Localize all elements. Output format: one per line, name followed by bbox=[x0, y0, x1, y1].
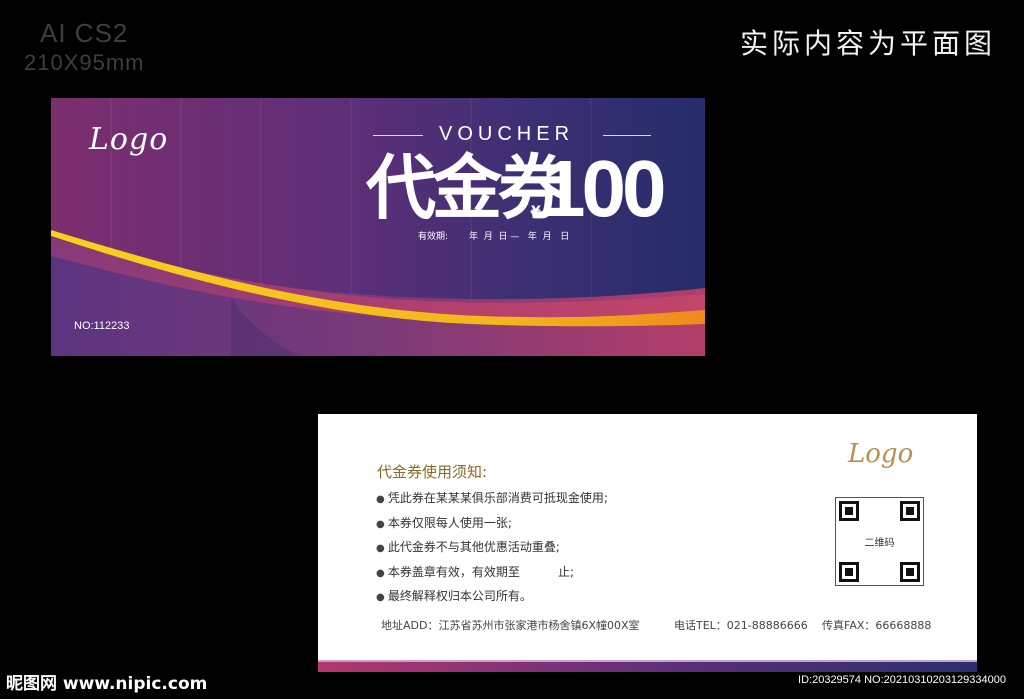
image-id-watermark: ID:20329574 NO:20210310203129334000 bbox=[798, 674, 1006, 686]
rule-item: 此代金券不与其他优惠活动重叠; bbox=[376, 536, 608, 561]
currency-symbol: ¥ bbox=[531, 204, 541, 220]
software-version-label: AI CS2 bbox=[40, 18, 129, 48]
qr-finder-icon bbox=[839, 501, 859, 521]
address-line: 地址ADD：江苏省苏州市张家港市杨舍镇6X幢00X室 bbox=[381, 619, 640, 632]
usage-rules-heading: 代金券使用须知: bbox=[377, 463, 488, 481]
back-logo: Logo bbox=[848, 439, 914, 469]
voucher-rule-right bbox=[603, 135, 651, 136]
qr-code-label: 二维码 bbox=[864, 538, 895, 549]
telephone-line: 电话TEL：021-88886666 bbox=[674, 619, 808, 632]
qr-finder-icon bbox=[900, 562, 920, 582]
print-size-label: 210X95mm bbox=[24, 50, 145, 75]
front-logo: Logo bbox=[89, 122, 169, 157]
voucher-heading: VOUCHER bbox=[439, 123, 575, 145]
rule-item: 最终解释权归本公司所有。 bbox=[376, 585, 608, 610]
voucher-front: Logo VOUCHER 代金券 ¥ 100 有效期: 年 月 日 — 年 月 … bbox=[51, 98, 705, 356]
rule-item: 本券盖章有效，有效期至 止; bbox=[376, 561, 608, 586]
site-watermark: 昵图网 www.nipic.com bbox=[6, 674, 208, 694]
back-color-strip bbox=[318, 662, 977, 672]
rule-item: 凭此券在某某某俱乐部消费可抵现金使用; bbox=[376, 487, 608, 512]
validity-dates: 年 月 日 — 年 月 日 bbox=[469, 232, 570, 242]
voucher-back: Logo 代金券使用须知: 凭此券在某某某俱乐部消费可抵现金使用; 本券仅限每人… bbox=[318, 414, 977, 672]
qr-code-placeholder: 二维码 bbox=[835, 497, 924, 586]
qr-finder-icon bbox=[900, 501, 920, 521]
flat-layout-note: 实际内容为平面图 bbox=[739, 27, 996, 60]
rule-item: 本券仅限每人使用一张; bbox=[376, 512, 608, 537]
voucher-amount: 100 bbox=[541, 144, 667, 233]
qr-finder-icon bbox=[839, 562, 859, 582]
voucher-rule-left bbox=[373, 135, 423, 136]
serial-number: NO:112233 bbox=[74, 320, 130, 332]
fax-line: 传真FAX：66668888 bbox=[822, 619, 932, 632]
validity-label: 有效期: bbox=[418, 232, 449, 242]
usage-rules-list: 凭此券在某某某俱乐部消费可抵现金使用; 本券仅限每人使用一张; 此代金券不与其他… bbox=[376, 487, 608, 610]
